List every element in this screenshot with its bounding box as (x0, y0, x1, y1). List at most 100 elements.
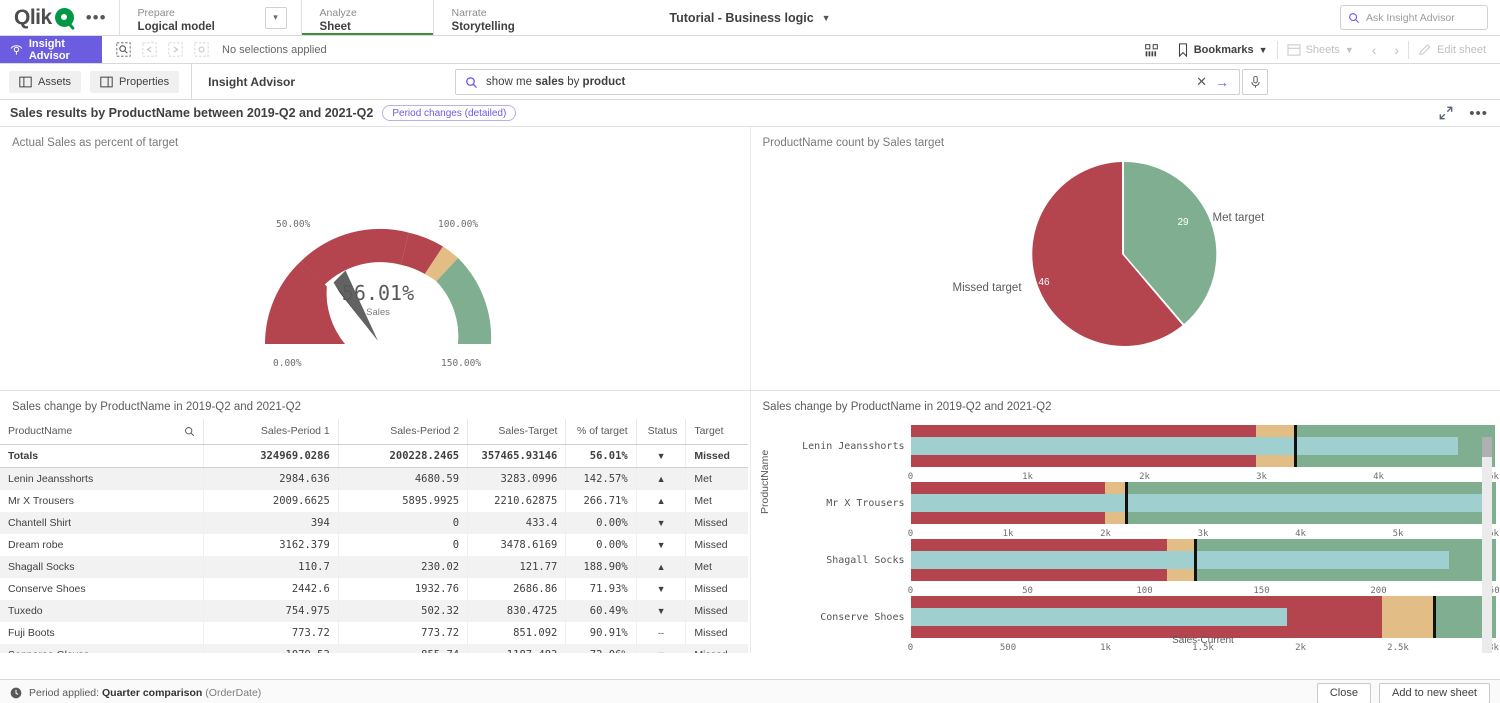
result-header: Sales results by ProductName between 201… (0, 100, 1500, 127)
col-productname[interactable]: ProductName (0, 419, 204, 445)
row-period2: 0 (338, 534, 467, 556)
gauge-svg (0, 149, 751, 364)
row-status: -- (636, 622, 686, 644)
row-period1: 1079.53 (204, 644, 338, 653)
ask-insight-advisor-input[interactable]: Ask Insight Advisor (1340, 5, 1488, 30)
bullet-panel-lenin-jeansshorts[interactable]: Lenin Jeansshorts 0 1k 2k 3k 4k (911, 425, 1496, 486)
row-result: Met (686, 468, 748, 491)
footer: Period applied: Quarter comparison (Orde… (0, 679, 1500, 703)
bullet-scrollbar[interactable] (1482, 437, 1492, 653)
col-sales-target[interactable]: Sales-Target (468, 419, 566, 445)
row-pct: 60.49% (566, 600, 636, 622)
table-row[interactable]: Fuji Boots 773.72 773.72 851.092 90.91% … (0, 622, 748, 644)
properties-button[interactable]: Properties (90, 71, 179, 93)
submit-search-icon[interactable]: → (1215, 74, 1239, 90)
tick: 100 (1136, 586, 1152, 596)
tick: 50 (1022, 586, 1033, 596)
period-applied-field: (OrderDate) (205, 687, 261, 699)
prev-sheet-icon: ‹ (1363, 36, 1386, 64)
period-applied-label: Period applied: (29, 687, 99, 699)
edit-sheet-button: Edit sheet (1409, 36, 1500, 64)
table-row-totals: Totals 324969.0286 200228.2465 357465.93… (0, 445, 748, 468)
tick: 4k (1373, 472, 1384, 482)
col-sales-period-2[interactable]: Sales-Period 2 (338, 419, 467, 445)
bullet-panel-mr-x-trousers[interactable]: Mr X Trousers 0 1k 2k 3k 4k 5k (911, 482, 1496, 543)
bullet-chart[interactable]: ProductName Lenin Jeansshorts 0 1k 2k (761, 419, 1496, 641)
table-body: Totals 324969.0286 200228.2465 357465.93… (0, 445, 748, 654)
search-query-text: show me sales by product (486, 76, 625, 88)
row-result: Missed (686, 600, 748, 622)
gauge-tick-50: 50.00% (276, 219, 310, 230)
table-row[interactable]: Mr X Trousers 2009.6625 5895.9925 2210.6… (0, 490, 748, 512)
selection-search-icon[interactable] (110, 37, 136, 63)
period-changes-badge[interactable]: Period changes (detailed) (382, 105, 516, 121)
row-period1: 773.72 (204, 622, 338, 644)
row-name: Dream robe (0, 534, 204, 556)
microphone-icon (1249, 75, 1262, 89)
tick: 1k (1100, 643, 1111, 653)
table-row[interactable]: Shagall Socks 110.7 230.02 121.77 188.90… (0, 556, 748, 578)
qlik-logo[interactable]: Qlik (0, 0, 80, 35)
pie-title: ProductName count by Sales target (751, 127, 1500, 149)
col-target[interactable]: Target (686, 419, 748, 445)
app-title-chevron-down-icon[interactable]: ▼ (822, 13, 831, 23)
gauge-chart[interactable]: 0.00% 50.00% 100.00% 150.00% 56.01% Sale… (0, 149, 750, 369)
table-row[interactable]: Conserve Shoes 2442.6 1932.76 2686.86 71… (0, 578, 748, 600)
bookmarks-button[interactable]: Bookmarks ▼ (1168, 36, 1277, 64)
row-status: ▼ (636, 578, 686, 600)
close-button[interactable]: Close (1317, 683, 1371, 703)
nav-analyze[interactable]: Analyze Sheet (301, 0, 433, 35)
assets-button[interactable]: Assets (9, 71, 81, 93)
row-pct: 266.71% (566, 490, 636, 512)
expand-icon[interactable] (1439, 106, 1453, 120)
result-title: Sales results by ProductName between 201… (10, 106, 373, 120)
bullet-scrollbar-thumb[interactable] (1482, 437, 1492, 457)
pie-value-met: 29 (1178, 217, 1189, 228)
ask-placeholder: Ask Insight Advisor (1366, 12, 1455, 24)
col-sales-period-1[interactable]: Sales-Period 1 (204, 419, 338, 445)
voice-input-button[interactable] (1242, 69, 1268, 95)
grid-view-icon[interactable] (1135, 36, 1168, 64)
nav-prepare-label: Logical model (138, 20, 233, 34)
totals-target: 357465.93146 (468, 445, 566, 468)
row-result: Missed (686, 578, 748, 600)
result-menu-icon[interactable]: ••• (1469, 105, 1488, 122)
nav-analyze-label: Sheet (320, 20, 415, 34)
search-icon[interactable] (184, 426, 195, 437)
nav-narrate[interactable]: Narrate Storytelling (433, 0, 565, 35)
table-row[interactable]: Tuxedo 754.975 502.32 830.4725 60.49% ▼ … (0, 600, 748, 622)
row-period1: 110.7 (204, 556, 338, 578)
sheets-button: Sheets ▼ (1278, 36, 1363, 64)
ellipsis-icon[interactable]: ••• (80, 0, 119, 35)
search-part-2: by (564, 76, 583, 88)
search-part-3: product (583, 76, 626, 88)
nav-narrate-caption: Narrate (452, 6, 547, 20)
table-row[interactable]: Sapporoo Gloves 1079.53 855.74 1187.483 … (0, 644, 748, 653)
row-target: 830.4725 (468, 600, 566, 622)
pie-chart[interactable]: Met target 29 Missed target 46 (751, 149, 1500, 369)
search-icon (465, 76, 478, 89)
period-applied-text: Period applied: Quarter comparison (Orde… (29, 687, 261, 699)
gauge-title: Actual Sales as percent of target (0, 127, 750, 149)
nav-prepare[interactable]: Prepare Logical model (119, 0, 251, 35)
add-to-new-sheet-button[interactable]: Add to new sheet (1379, 683, 1490, 703)
col-pct-of-target[interactable]: % of target (566, 419, 636, 445)
gauge-tick-150: 150.00% (441, 358, 481, 369)
clear-search-icon[interactable]: ✕ (1188, 74, 1215, 90)
search-input[interactable]: show me sales by product ✕ → (455, 69, 1240, 95)
gauge-measure-label: Sales (342, 307, 414, 318)
row-period2: 4680.59 (338, 468, 467, 491)
bullet-title: Sales change by ProductName in 2019-Q2 a… (751, 391, 1500, 413)
row-name: Lenin Jeansshorts (0, 468, 204, 491)
sales-change-table[interactable]: ProductName Sales-Period 1 Sales-Period … (0, 419, 748, 653)
gauge-card: Actual Sales as percent of target 0 (0, 127, 751, 390)
bullet-panel-shagall-socks[interactable]: Shagall Socks 0 50 100 150 200 (911, 539, 1496, 600)
col-status[interactable]: Status (636, 419, 686, 445)
table-row[interactable]: Chantell Shirt 394 0 433.4 0.00% ▼ Misse… (0, 512, 748, 534)
row-period2: 230.02 (338, 556, 467, 578)
table-row[interactable]: Lenin Jeansshorts 2984.636 4680.59 3283.… (0, 468, 748, 491)
bullet-target-marker (1194, 539, 1197, 581)
table-row[interactable]: Dream robe 3162.379 0 3478.6169 0.00% ▼ … (0, 534, 748, 556)
chevron-down-icon[interactable]: ▾ (265, 7, 287, 29)
insight-advisor-tab[interactable]: Insight Advisor (0, 36, 102, 63)
